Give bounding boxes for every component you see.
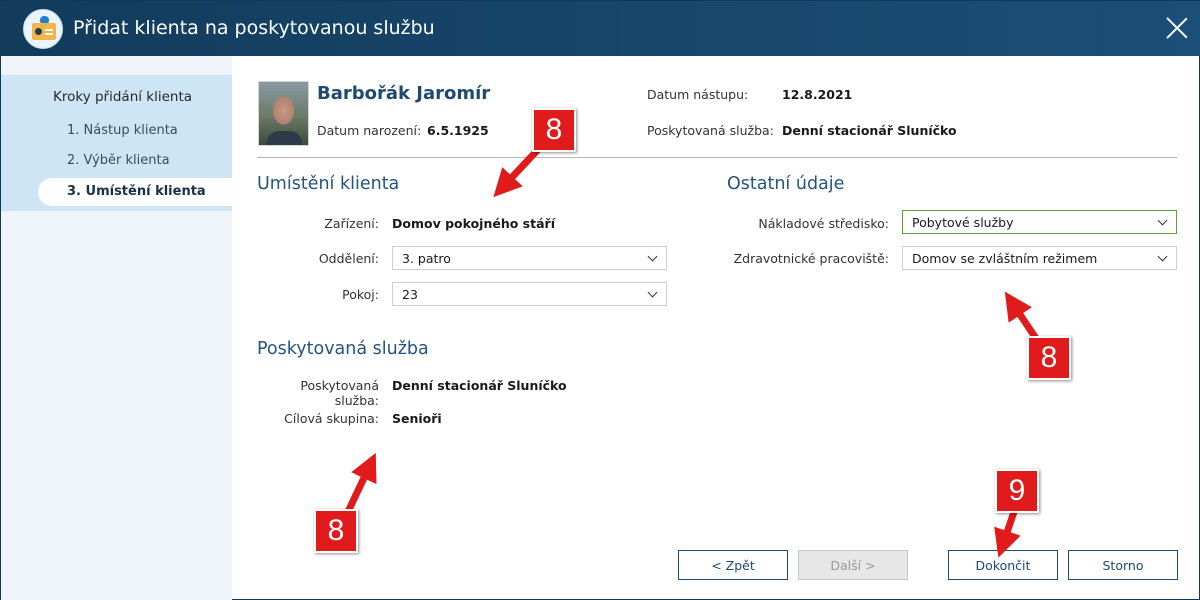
annotation-badge: 8 [532,108,576,152]
facility-value: Domov pokojného stáří [392,216,555,231]
placement-heading: Umístění klienta [257,174,400,194]
header-divider [257,157,1177,158]
steps-sidebar: Kroky přidání klienta 1. Nástup klienta … [1,56,232,600]
cancel-button[interactable]: Storno [1068,550,1178,580]
annotation-badge: 8 [314,509,358,553]
window-title: Přidat klienta na poskytovanou službu [73,17,435,39]
room-label: Pokoj: [342,287,379,302]
health-workplace-value: Domov se zvláštním režimem [912,251,1098,266]
start-date-label: Datum nástupu: [647,87,749,102]
annotation-badge: 9 [995,469,1039,513]
service-label: Poskytovaná služba: [300,378,379,408]
annotation-badge: 8 [1027,336,1071,380]
service-heading: Poskytovaná služba [257,339,429,359]
health-workplace-label: Zdravotnické pracoviště: [733,251,889,266]
target-group-value: Senioři [392,411,442,426]
chevron-down-icon [647,251,658,262]
step-item-start[interactable]: 1. Nástup klienta [67,123,178,138]
finish-button[interactable]: Dokončit [948,550,1058,580]
chevron-down-icon [1157,215,1168,226]
cost-center-value: Pobytové služby [912,215,1014,230]
close-icon[interactable] [1165,16,1189,40]
dialog-window: Přidat klienta na poskytovanou službu Kr… [0,0,1200,600]
facility-label: Zařízení: [324,216,379,231]
steps-panel: Kroky přidání klienta 1. Nástup klienta … [1,75,232,211]
cost-center-label: Nákladové středisko: [758,216,889,231]
start-date-value: 12.8.2021 [782,87,853,102]
chevron-down-icon [1157,251,1168,262]
department-label: Oddělení: [318,251,379,266]
cost-center-select[interactable]: Pobytové služby [902,210,1177,234]
target-group-label: Cílová skupina: [284,411,379,426]
steps-heading: Kroky přidání klienta [53,89,193,105]
back-button[interactable]: < Zpět [678,550,788,580]
birth-date-value: 6.5.1925 [427,123,489,138]
header-service-value: Denní stacionář Sluníčko [782,123,957,138]
next-button[interactable]: Další > [798,550,908,580]
chevron-down-icon [647,287,658,298]
birth-date-label: Datum narození: [317,123,422,138]
client-photo [258,81,309,146]
room-value: 23 [402,287,418,302]
header-service-label: Poskytovaná služba: [647,123,774,138]
health-workplace-select[interactable]: Domov se zvláštním režimem [902,246,1177,270]
other-info-heading: Ostatní údaje [727,174,845,194]
step-item-select-client[interactable]: 2. Výběr klienta [67,153,170,168]
title-bar: Přidat klienta na poskytovanou službu [1,1,1200,56]
client-card-icon [23,9,63,49]
service-value: Denní stacionář Sluníčko [392,378,567,393]
client-name: Barbořák Jaromír [317,83,491,104]
department-value: 3. patro [402,251,451,266]
step-active-label: 3. Umístění klienta [67,184,206,199]
department-select[interactable]: 3. patro [392,246,667,270]
step-item-placement[interactable]: 3. Umístění klienta [38,178,232,206]
room-select[interactable]: 23 [392,282,667,306]
